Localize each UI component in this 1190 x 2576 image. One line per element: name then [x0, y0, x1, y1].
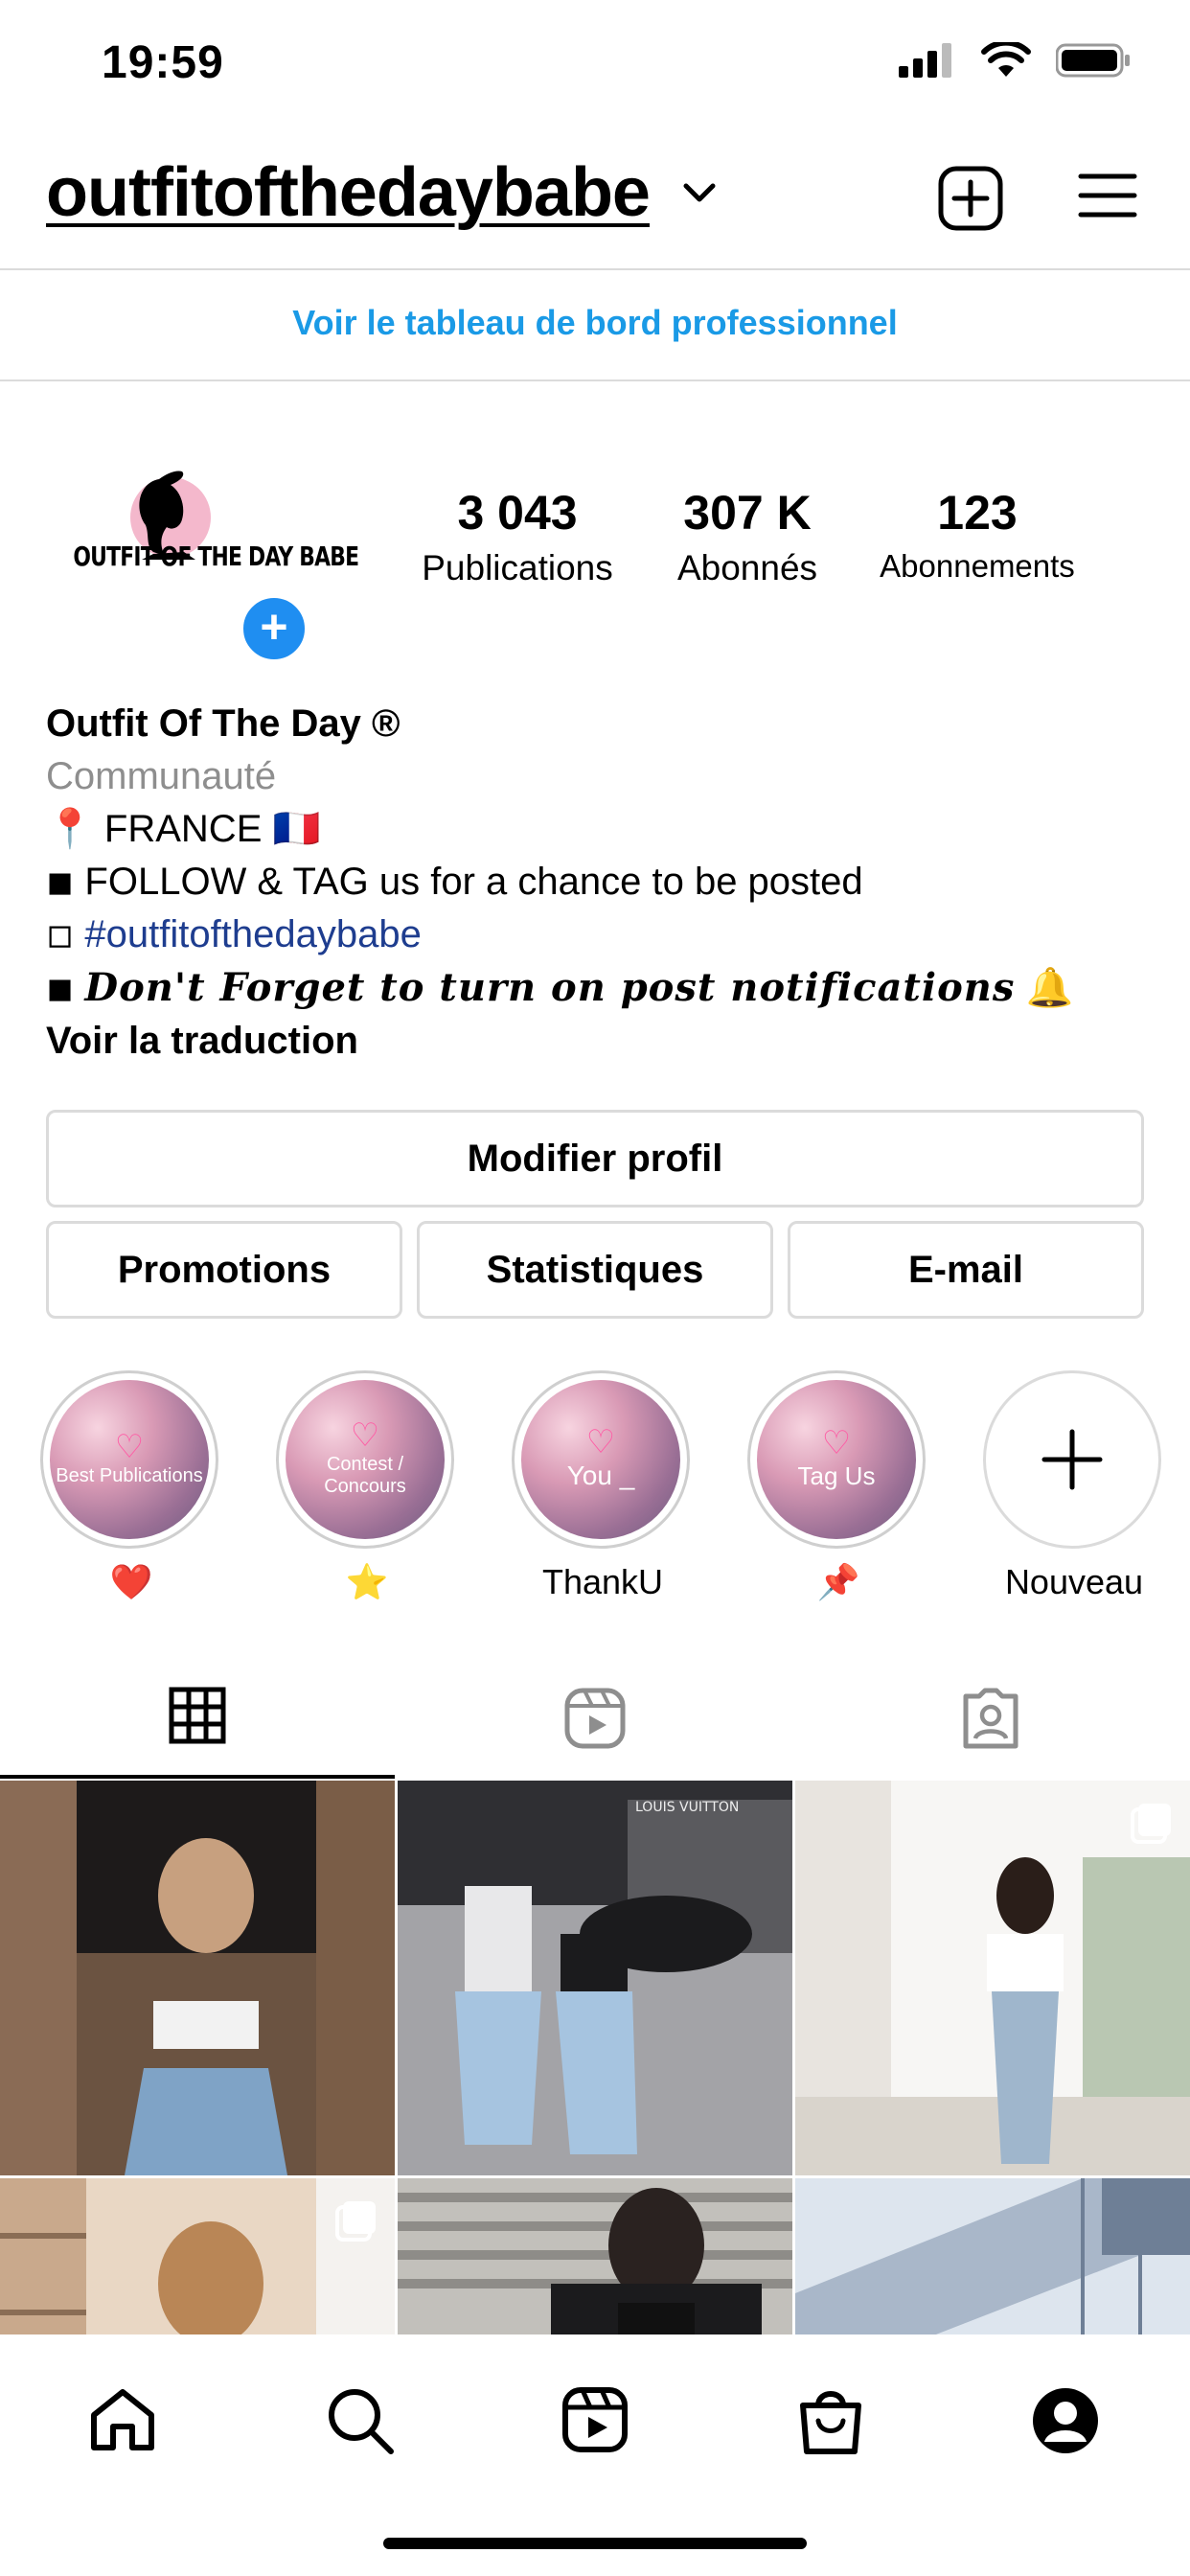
profile-name: Outfit Of The Day ® — [46, 702, 400, 745]
bio-notification-text: Don't Forget to turn on post notificatio… — [84, 965, 1016, 1010]
create-post-icon[interactable] — [937, 165, 1004, 232]
highlight-label: ⭐ — [345, 1562, 389, 1601]
highlight-cover: ♡ Contest / Concours — [276, 1370, 454, 1549]
avatar-brand-text: OUTFIT OF THE DAY BABE — [73, 540, 359, 572]
multiple-photos-icon — [335, 2201, 376, 2242]
highlight-cover-text: Contest / Concours — [324, 1454, 406, 1497]
promotions-button[interactable]: Promotions — [46, 1221, 402, 1319]
bio-bullet: ◽ — [46, 913, 85, 955]
highlight-cover: ♡ Best Publications — [40, 1370, 218, 1549]
home-icon[interactable] — [88, 2386, 157, 2453]
stat-value: 3 043 — [457, 486, 578, 540]
highlight-cover-text: You _ — [566, 1460, 635, 1490]
hashtag-link[interactable]: #outfitofthedaybabe — [84, 913, 421, 955]
reels-icon[interactable] — [561, 2386, 629, 2453]
reels-tab-icon[interactable] — [563, 1687, 627, 1750]
highlight-contest[interactable]: ♡ Contest / Concours ⭐ — [276, 1370, 458, 1602]
wifi-icon — [981, 42, 1031, 77]
menu-icon[interactable] — [1077, 171, 1138, 220]
highlight-cover-text: Best Publications — [56, 1464, 203, 1486]
grid-tab-icon[interactable] — [169, 1687, 226, 1744]
post-thumbnail[interactable] — [795, 1781, 1190, 2175]
stat-label: Publications — [422, 548, 613, 587]
heart-icon: ♡ — [350, 1417, 380, 1454]
add-story-button[interactable]: + — [238, 592, 310, 665]
post-thumbnail[interactable] — [0, 1781, 395, 2175]
status-icons — [899, 42, 1133, 79]
highlight-best-publications[interactable]: ♡ Best Publications ❤️ — [40, 1370, 222, 1602]
stat-following[interactable]: 123 Abonnements — [862, 485, 1092, 585]
stat-posts[interactable]: 3 043 Publications — [402, 485, 632, 588]
post-image — [398, 1781, 792, 2175]
new-highlight-circle — [983, 1370, 1161, 1549]
highlight-label: 📌 — [816, 1562, 860, 1601]
multiple-photos-icon — [1131, 1804, 1171, 1844]
see-translation-link[interactable]: Voir la traduction — [46, 1015, 1148, 1068]
post-thumbnail[interactable]: LOUIS VUITTON — [398, 1781, 792, 2175]
stat-label: Abonnés — [676, 548, 818, 587]
bio-line: ◾ FOLLOW & TAG us for a chance to be pos… — [46, 861, 863, 903]
insights-button[interactable]: Statistiques — [417, 1221, 773, 1319]
highlight-tag-us[interactable]: ♡ Tag Us 📌 — [747, 1370, 929, 1602]
post-image — [0, 1781, 395, 2175]
heart-icon: ♡ — [114, 1428, 145, 1465]
heart-icon: ♡ — [821, 1424, 852, 1461]
stat-label: Abonnements — [880, 548, 1075, 584]
highlight-cover-text: Tag Us — [797, 1460, 876, 1490]
stat-followers[interactable]: 307 K Abonnés — [632, 485, 862, 588]
storefront-sign: LOUIS VUITTON — [635, 1800, 740, 1815]
edit-profile-button[interactable]: Modifier profil — [46, 1110, 1144, 1208]
new-highlight-button[interactable]: Nouveau — [983, 1370, 1165, 1602]
search-icon[interactable] — [326, 2386, 395, 2455]
bio-line: 📍 FRANCE 🇫🇷 — [46, 808, 321, 850]
battery-icon — [1056, 43, 1130, 78]
bio-line: ◽ #outfitofthedaybabe — [46, 908, 1148, 961]
shop-icon[interactable] — [797, 2384, 864, 2455]
username-switcher[interactable]: outfitofthedaybabe — [46, 153, 651, 232]
tagged-tab-icon[interactable] — [958, 1687, 1023, 1750]
profile-icon[interactable] — [1031, 2386, 1100, 2455]
bio-line: ◾ Don't Forget to turn on post notificat… — [46, 961, 1148, 1015]
cellular-signal-icon — [899, 43, 951, 78]
stat-value: 123 — [937, 486, 1018, 540]
divider — [0, 380, 1190, 381]
heart-icon: ♡ — [585, 1424, 616, 1460]
bell-emoji: 🔔 — [1015, 967, 1074, 1009]
chevron-down-icon[interactable] — [680, 180, 719, 205]
professional-dashboard-link[interactable]: Voir le tableau de bord professionnel — [0, 303, 1190, 343]
bio: Outfit Of The Day ® Communauté 📍 FRANCE … — [46, 698, 1148, 1068]
divider — [0, 268, 1190, 270]
bio-bullet: ◾ — [46, 967, 85, 1009]
active-tab-indicator — [0, 1775, 395, 1779]
highlight-thanku[interactable]: ♡ You _ ThankU — [512, 1370, 694, 1602]
highlight-label: ❤️ — [109, 1562, 153, 1601]
email-button[interactable]: E-mail — [788, 1221, 1144, 1319]
highlight-label: Nouveau — [1004, 1562, 1144, 1601]
profile-category: Communauté — [46, 755, 277, 797]
plus-icon — [1041, 1429, 1103, 1490]
highlight-label: ThankU — [541, 1562, 664, 1601]
stat-value: 307 K — [683, 486, 812, 540]
highlight-cover: ♡ You _ — [512, 1370, 690, 1549]
status-time: 19:59 — [102, 37, 224, 88]
home-indicator — [383, 2538, 807, 2549]
highlight-cover: ♡ Tag Us — [747, 1370, 926, 1549]
